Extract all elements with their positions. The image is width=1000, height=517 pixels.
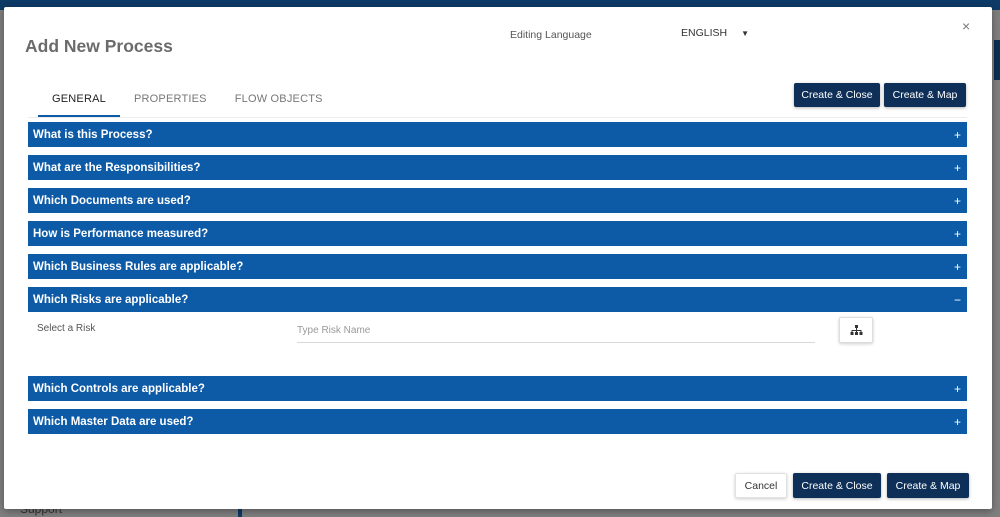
top-action-buttons: Create & Close Create & Map	[794, 83, 966, 107]
hierarchy-picker-button[interactable]	[839, 317, 873, 343]
editing-language-label: Editing Language	[510, 29, 592, 41]
section-title: Which Risks are applicable?	[33, 293, 189, 306]
tab-divider	[28, 117, 967, 118]
section-title: How is Performance measured?	[33, 227, 209, 240]
collapse-icon[interactable]: −	[954, 293, 961, 307]
add-process-dialog: Add New Process Editing Language ENGLISH…	[4, 7, 992, 509]
expand-icon[interactable]: +	[954, 415, 961, 429]
select-risk-label: Select a Risk	[37, 323, 96, 334]
section-responsibilities[interactable]: What are the Responsibilities? +	[28, 155, 967, 180]
hierarchy-icon	[850, 324, 862, 335]
section-title: Which Business Rules are applicable?	[33, 260, 244, 273]
question-sections: What is this Process? + What are the Res…	[28, 122, 967, 442]
section-documents[interactable]: Which Documents are used? +	[28, 188, 967, 213]
section-risks[interactable]: Which Risks are applicable? −	[28, 287, 967, 312]
cancel-button[interactable]: Cancel	[735, 473, 787, 498]
create-map-button[interactable]: Create & Map	[887, 473, 969, 498]
section-title: Which Controls are applicable?	[33, 382, 205, 395]
tab-bar: GENERAL PROPERTIES FLOW OBJECTS	[38, 87, 337, 117]
language-value: ENGLISH	[681, 27, 728, 39]
language-select[interactable]: ENGLISH ▼	[681, 27, 749, 39]
expand-icon[interactable]: +	[954, 260, 961, 274]
expand-icon[interactable]: +	[954, 382, 961, 396]
tab-properties[interactable]: PROPERTIES	[120, 87, 221, 115]
create-close-button-top[interactable]: Create & Close	[794, 83, 880, 107]
expand-icon[interactable]: +	[954, 227, 961, 241]
section-title: What is this Process?	[33, 128, 153, 141]
dialog-title: Add New Process	[25, 36, 173, 56]
section-process[interactable]: What is this Process? +	[28, 122, 967, 147]
section-master-data[interactable]: Which Master Data are used? +	[28, 409, 967, 434]
create-map-button-top[interactable]: Create & Map	[884, 83, 966, 107]
expand-icon[interactable]: +	[954, 194, 961, 208]
risk-section-body: Select a Risk	[28, 312, 967, 368]
section-title: Which Master Data are used?	[33, 415, 194, 428]
bottom-action-buttons: Cancel Create & Close Create & Map	[735, 473, 969, 498]
risk-name-input[interactable]	[297, 318, 815, 343]
section-title: What are the Responsibilities?	[33, 161, 201, 174]
tab-general[interactable]: GENERAL	[38, 87, 120, 117]
tab-flow-objects[interactable]: FLOW OBJECTS	[221, 87, 337, 115]
expand-icon[interactable]: +	[954, 161, 961, 175]
create-close-button[interactable]: Create & Close	[793, 473, 881, 498]
close-icon[interactable]: ×	[962, 19, 970, 33]
section-performance[interactable]: How is Performance measured? +	[28, 221, 967, 246]
section-business-rules[interactable]: Which Business Rules are applicable? +	[28, 254, 967, 279]
caret-down-icon: ▼	[741, 28, 750, 38]
section-controls[interactable]: Which Controls are applicable? +	[28, 376, 967, 401]
section-title: Which Documents are used?	[33, 194, 191, 207]
background-edge	[994, 40, 1000, 80]
expand-icon[interactable]: +	[954, 128, 961, 142]
